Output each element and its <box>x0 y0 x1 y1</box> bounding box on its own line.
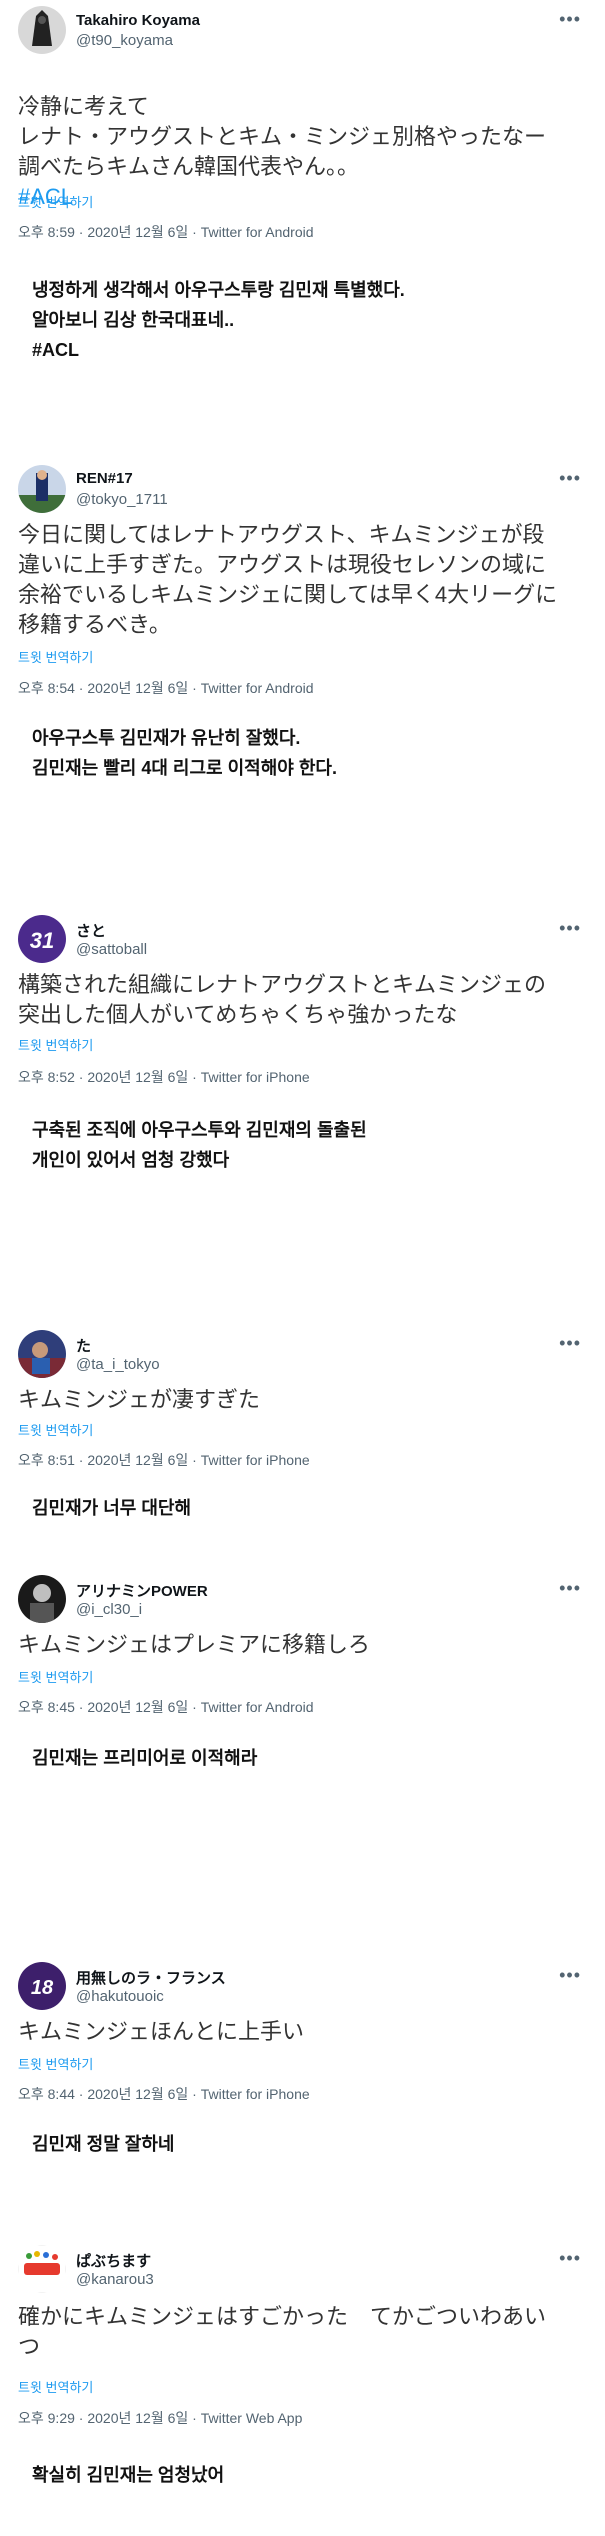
more-options-icon[interactable]: ••• <box>559 469 581 487</box>
korean-translation: 김민재는 프리미어로 이적해라 <box>32 1748 258 1768</box>
translate-link[interactable]: 트윗 번역하기 <box>18 2054 93 2073</box>
user-handle[interactable]: @i_cl30_i <box>76 1601 142 1618</box>
avatar[interactable] <box>18 2245 66 2293</box>
more-options-icon[interactable]: ••• <box>559 1334 581 1352</box>
display-name[interactable]: 用無しのラ・フランス <box>76 1967 226 1988</box>
user-handle[interactable]: @hakutouoic <box>76 1988 164 2005</box>
tweet-text-content: 冷静に考えて レナト・アウグストとキム・ミンジェ別格やったなー 調べたらキムさん… <box>18 94 547 179</box>
hashtag-link[interactable]: #ACL <box>18 182 588 212</box>
avatar[interactable]: 31 <box>18 915 66 963</box>
user-handle[interactable]: @ta_i_tokyo <box>76 1356 160 1373</box>
tweet-meta[interactable]: 오후 8:51 · 2020년 12월 6일 · Twitter for iPh… <box>18 1450 310 1470</box>
tweet-text: 今日に関してはレナトアウグスト、キムミンジェが段 違いに上手すぎた。アウグストは… <box>18 522 558 637</box>
tweet-meta[interactable]: 오후 9:29 · 2020년 12월 6일 · Twitter Web App <box>18 2408 302 2428</box>
more-options-icon[interactable]: ••• <box>559 1579 581 1597</box>
tweet-text: キムミンジェほんとに上手い <box>18 2019 305 2044</box>
display-name[interactable]: REN#17 <box>76 470 133 487</box>
tweet-text: キムミンジェが凄すぎた <box>18 1387 261 1412</box>
translate-link[interactable]: 트윗 번역하기 <box>18 1035 93 1054</box>
translate-link[interactable]: 트윗 번역하기 <box>18 1667 93 1686</box>
translate-link[interactable]: 트윗 번역하기 <box>18 192 93 211</box>
user-handle[interactable]: @t90_koyama <box>76 32 173 49</box>
avatar[interactable] <box>18 465 66 513</box>
avatar[interactable] <box>18 6 66 54</box>
svg-text:18: 18 <box>31 1977 54 1999</box>
more-options-icon[interactable]: ••• <box>559 919 581 937</box>
translate-link[interactable]: 트윗 번역하기 <box>18 2377 93 2396</box>
korean-translation: 김민재 정말 잘하네 <box>32 2134 175 2154</box>
user-handle[interactable]: @tokyo_1711 <box>76 491 168 508</box>
tweet-text: 確かにキムミンジェはすごかった てかごついわあい つ <box>18 2304 547 2359</box>
tweet-text: キムミンジェはプレミアに移籍しろ <box>18 1632 371 1657</box>
more-options-icon[interactable]: ••• <box>559 10 581 28</box>
tweet-meta[interactable]: 오후 8:52 · 2020년 12월 6일 · Twitter for iPh… <box>18 1067 310 1087</box>
more-options-icon[interactable]: ••• <box>559 2249 581 2267</box>
korean-translation: 확실히 김민재는 엄청났어 <box>32 2465 225 2485</box>
korean-translation: 아우구스투 김민재가 유난히 잘했다. 김민재는 빨리 4대 리그로 이적해야 … <box>32 728 337 778</box>
display-name[interactable]: アリナミンPOWER <box>76 1580 208 1601</box>
more-options-icon[interactable]: ••• <box>559 1966 581 1984</box>
user-handle[interactable]: @sattoball <box>76 941 147 958</box>
user-handle[interactable]: @kanarou3 <box>76 2271 154 2288</box>
svg-text:31: 31 <box>30 928 54 953</box>
tweet-meta[interactable]: 오후 8:44 · 2020년 12월 6일 · Twitter for iPh… <box>18 2084 310 2104</box>
translate-link[interactable]: 트윗 번역하기 <box>18 1420 93 1439</box>
display-name[interactable]: ぱぶちます <box>76 2250 151 2271</box>
tweet-text: 構築された組織にレナトアウグストとキムミンジェの 突出した個人がいてめちゃくちゃ… <box>18 972 547 1027</box>
korean-translation: 구축된 조직에 아우구스투와 김민재의 돌출된 개인이 있어서 엄청 강했다 <box>32 1120 367 1170</box>
avatar[interactable] <box>18 1575 66 1623</box>
tweet-meta[interactable]: 오후 8:54 · 2020년 12월 6일 · Twitter for And… <box>18 678 314 698</box>
display-name[interactable]: Takahiro Koyama <box>76 12 200 29</box>
korean-translation: 김민재가 너무 대단해 <box>32 1498 192 1518</box>
translate-link[interactable]: 트윗 번역하기 <box>18 647 93 666</box>
display-name[interactable]: た <box>76 1335 91 1356</box>
tweet-meta[interactable]: 오후 8:45 · 2020년 12월 6일 · Twitter for And… <box>18 1697 314 1717</box>
tweet-meta[interactable]: 오후 8:59 · 2020년 12월 6일 · Twitter for And… <box>18 222 314 242</box>
avatar[interactable]: 18 <box>18 1962 66 2010</box>
display-name[interactable]: さと <box>76 920 106 941</box>
avatar[interactable] <box>18 1330 66 1378</box>
korean-translation: 냉정하게 생각해서 아우구스투랑 김민재 특별했다. 알아보니 김상 한국대표네… <box>32 280 405 360</box>
tweet-text: 冷静に考えて レナト・アウグストとキム・ミンジェ別格やったなー 調べたらキムさん… <box>18 62 588 242</box>
